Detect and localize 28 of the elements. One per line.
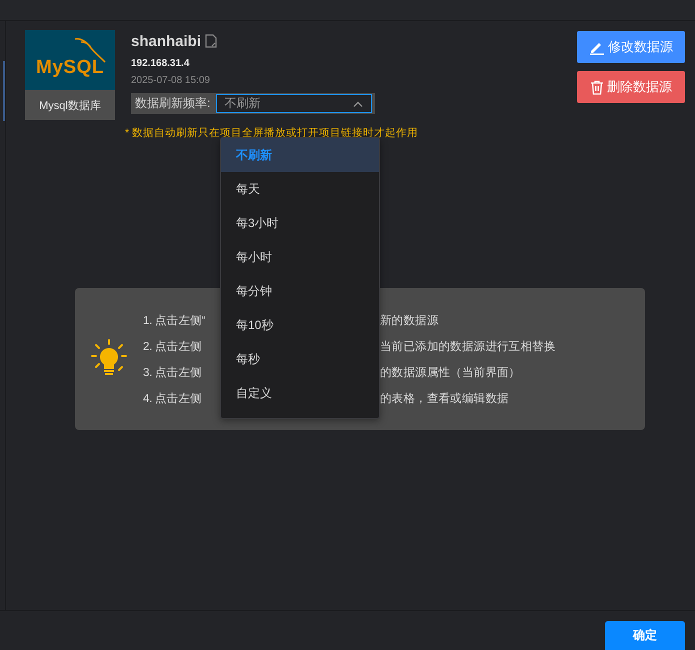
dropdown-option[interactable]: 每10秒 [221, 308, 379, 342]
trash-icon [590, 80, 604, 94]
dropdown-option[interactable]: 不刷新 [221, 138, 379, 172]
dropdown-option[interactable]: 每小时 [221, 240, 379, 274]
tip-text: 1. 点击左侧“ [143, 314, 206, 328]
confirm-button[interactable]: 确定 [605, 621, 685, 650]
mysql-logo: MySQL [25, 30, 115, 90]
logo-caption: Mysql数据库 [25, 90, 115, 120]
tip-text: 新的数据源 [380, 313, 439, 328]
source-name: shanhaibi [131, 32, 202, 50]
tip-text: 的数据源属性（当前界面） [380, 366, 520, 380]
updated-time: 2025-07-08 15:09 [131, 75, 211, 86]
caret-icon [353, 100, 364, 106]
tip-text: 3. 点击左侧 [143, 366, 202, 380]
dropdown-option[interactable]: 每秒 [221, 342, 379, 376]
document-icon[interactable] [205, 34, 218, 48]
dropdown-option[interactable]: 每分钟 [221, 274, 379, 308]
tip-text: 当前已添加的数据源进行互相替换 [380, 340, 556, 354]
dropdown-option[interactable]: 每天 [221, 172, 379, 206]
tip-text: 的表格，查看或编辑数据 [380, 392, 509, 406]
host-address: 192.168.31.4 [131, 58, 190, 69]
refresh-note: * 数据自动刷新只在项目全屏播放或打开项目链接时才起作用 [125, 126, 420, 140]
dropdown-option[interactable]: 每3小时 [221, 206, 379, 240]
tip-text: 4. 点击左侧 [143, 392, 202, 406]
dropdown-option[interactable]: 自定义 [221, 376, 379, 410]
tip-text: 2. 点击左侧 [143, 340, 202, 354]
refresh-select[interactable]: 不刷新 [216, 94, 372, 113]
refresh-label: 数据刷新频率: [134, 95, 212, 112]
